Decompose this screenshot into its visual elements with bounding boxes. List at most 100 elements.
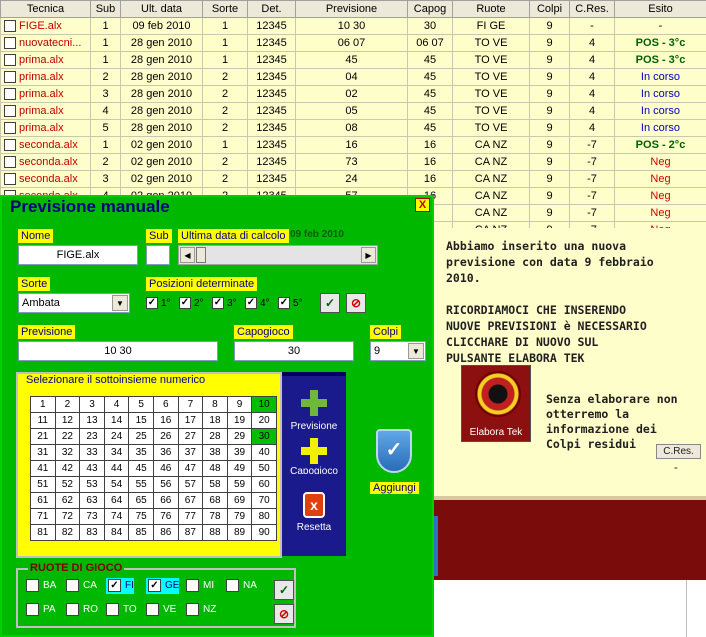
row-checkbox[interactable] xyxy=(4,54,16,67)
ruota-checkbox-mi[interactable]: MI xyxy=(186,578,214,594)
number-cell[interactable]: 84 xyxy=(103,524,130,541)
nome-input[interactable]: FIGE.alx xyxy=(18,245,138,265)
checkbox-box[interactable] xyxy=(106,602,119,616)
add-capogioco-button[interactable]: Capogioco xyxy=(282,438,346,474)
capogioco-input[interactable]: 30 xyxy=(234,341,354,361)
number-cell[interactable]: 24 xyxy=(103,428,130,445)
number-cell[interactable]: 58 xyxy=(202,476,228,493)
number-cell[interactable]: 48 xyxy=(202,460,228,477)
column-header[interactable]: Capog xyxy=(407,0,453,18)
row-checkbox[interactable] xyxy=(4,156,16,169)
checkbox-box[interactable]: ✓ xyxy=(108,578,121,592)
row-checkbox[interactable] xyxy=(4,37,16,50)
column-header[interactable]: Tecnica xyxy=(0,0,91,18)
number-cell[interactable]: 81 xyxy=(30,524,56,541)
number-cell[interactable]: 74 xyxy=(103,508,130,525)
number-cell[interactable]: 39 xyxy=(226,444,253,461)
posizione-checkbox[interactable]: ✓ 1° xyxy=(146,297,171,311)
sub-input[interactable] xyxy=(146,245,170,265)
number-cell[interactable]: 79 xyxy=(226,508,253,525)
number-cell[interactable]: 70 xyxy=(251,492,277,509)
number-cell[interactable]: 13 xyxy=(79,412,105,429)
checkbox-box[interactable]: ✓ xyxy=(146,297,158,309)
number-cell[interactable]: 65 xyxy=(128,492,154,509)
checkbox-box[interactable] xyxy=(66,578,79,592)
number-cell[interactable]: 67 xyxy=(177,492,204,509)
checkbox-box[interactable] xyxy=(26,578,39,592)
ruota-checkbox-ba[interactable]: BA xyxy=(26,578,56,594)
number-cell[interactable]: 17 xyxy=(177,412,204,429)
row-checkbox[interactable] xyxy=(4,122,16,135)
elabora-tek-button[interactable]: Elabora Tek xyxy=(461,365,531,442)
row-checkbox[interactable] xyxy=(4,88,16,101)
ruota-checkbox-fi[interactable]: ✓ FI xyxy=(106,578,134,594)
number-cell[interactable]: 57 xyxy=(177,476,204,493)
ruota-checkbox-ge[interactable]: ✓ GE xyxy=(146,578,180,594)
number-cell[interactable]: 66 xyxy=(152,492,179,509)
posizione-checkbox[interactable]: ✓ 3° xyxy=(212,297,237,311)
checkbox-box[interactable] xyxy=(66,602,79,616)
number-cell[interactable]: 54 xyxy=(103,476,130,493)
number-cell[interactable]: 42 xyxy=(54,460,81,477)
number-cell[interactable]: 53 xyxy=(79,476,105,493)
number-cell[interactable]: 27 xyxy=(177,428,204,445)
checkbox-box[interactable] xyxy=(186,578,199,592)
checkbox-box[interactable] xyxy=(146,602,159,616)
number-cell[interactable]: 87 xyxy=(177,524,204,541)
number-cell[interactable]: 61 xyxy=(30,492,56,509)
number-cell[interactable]: 21 xyxy=(30,428,56,445)
ruota-checkbox-to[interactable]: TO xyxy=(106,602,137,618)
column-header[interactable]: Previsione xyxy=(295,0,408,18)
table-row[interactable]: prima.alx 1 28 gen 2010 1 12345 45 45 TO VE 9 4 PO… xyxy=(0,51,706,69)
chevron-down-icon[interactable]: ▼ xyxy=(112,295,128,311)
number-cell[interactable]: 80 xyxy=(251,508,277,525)
table-row[interactable]: prima.alx 2 28 gen 2010 2 12345 04 45 TO VE 9 4 In… xyxy=(0,68,706,86)
number-cell[interactable]: 8 xyxy=(202,396,228,413)
chevron-down-icon[interactable]: ▼ xyxy=(408,343,424,359)
number-cell[interactable]: 32 xyxy=(54,444,81,461)
number-cell[interactable]: 36 xyxy=(152,444,179,461)
row-checkbox[interactable] xyxy=(4,105,16,118)
number-cell[interactable]: 7 xyxy=(177,396,204,413)
ruota-checkbox-nz[interactable]: NZ xyxy=(186,602,216,618)
clear-positions-button[interactable]: ⊘ xyxy=(346,293,366,313)
table-row[interactable]: seconda.alx 1 02 gen 2010 1 12345 16 16 CA NZ 9-… xyxy=(0,136,706,154)
checkbox-box[interactable]: ✓ xyxy=(148,578,161,592)
number-cell[interactable]: 34 xyxy=(103,444,130,461)
number-cell[interactable]: 75 xyxy=(128,508,154,525)
column-header[interactable]: Ruote xyxy=(452,0,530,18)
checkbox-box[interactable]: ✓ xyxy=(278,297,290,309)
checkbox-box[interactable]: ✓ xyxy=(245,297,257,309)
number-cell[interactable]: 11 xyxy=(30,412,56,429)
number-cell[interactable]: 14 xyxy=(103,412,130,429)
number-cell[interactable]: 73 xyxy=(79,508,105,525)
close-button[interactable]: X xyxy=(415,198,430,212)
number-cell[interactable]: 52 xyxy=(54,476,81,493)
number-cell[interactable]: 46 xyxy=(152,460,179,477)
number-cell[interactable]: 83 xyxy=(79,524,105,541)
number-cell[interactable]: 3 xyxy=(79,396,105,413)
number-cell[interactable]: 85 xyxy=(128,524,154,541)
number-cell[interactable]: 45 xyxy=(128,460,154,477)
posizione-checkbox[interactable]: ✓ 4° xyxy=(245,297,270,311)
number-cell[interactable]: 63 xyxy=(79,492,105,509)
number-cell[interactable]: 55 xyxy=(128,476,154,493)
number-cell[interactable]: 12 xyxy=(54,412,81,429)
number-cell[interactable]: 69 xyxy=(226,492,253,509)
number-cell[interactable]: 40 xyxy=(251,444,277,461)
number-cell[interactable]: 25 xyxy=(128,428,154,445)
ruota-checkbox-ca[interactable]: CA xyxy=(66,578,97,594)
number-cell[interactable]: 68 xyxy=(202,492,228,509)
checkbox-box[interactable] xyxy=(226,578,239,592)
number-cell[interactable]: 38 xyxy=(202,444,228,461)
sorte-dropdown[interactable]: Ambata ▼ xyxy=(18,293,130,313)
select-all-positions-button[interactable]: ✓ xyxy=(320,293,340,313)
number-cell[interactable]: 19 xyxy=(226,412,253,429)
number-cell[interactable]: 33 xyxy=(79,444,105,461)
number-cell[interactable]: 4 xyxy=(103,396,130,413)
number-cell[interactable]: 72 xyxy=(54,508,81,525)
clear-ruote-button[interactable]: ⊘ xyxy=(274,604,294,624)
number-cell[interactable]: 78 xyxy=(202,508,228,525)
table-row[interactable]: seconda.alx 3 02 gen 2010 2 12345 24 16 CA NZ 9-… xyxy=(0,170,706,188)
number-cell[interactable]: 49 xyxy=(226,460,253,477)
